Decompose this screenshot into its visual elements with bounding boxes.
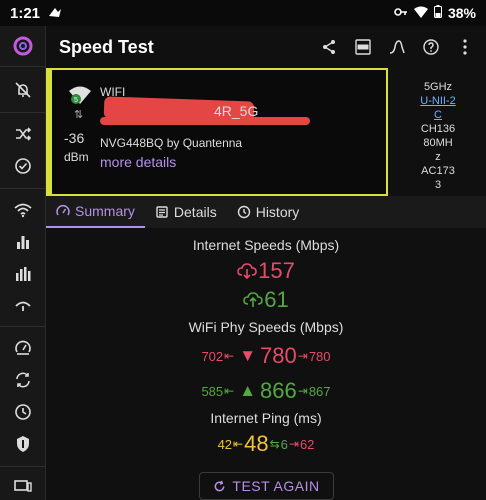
max-arrow-icon: ⇥	[297, 349, 308, 363]
tab-history-label: History	[255, 204, 300, 220]
ping-row: 42 ⇤ 48 ⇆ 6 ⇥ 62	[46, 431, 486, 457]
signal-unit: dBm	[64, 150, 89, 164]
speedometer-icon[interactable]	[9, 336, 37, 360]
ping-title: Internet Ping (ms)	[210, 410, 322, 426]
phy-down-min: 702	[201, 348, 224, 364]
access-point-name: NVG448BQ by Quantenna	[100, 136, 243, 150]
wifi-nav-icon[interactable]	[9, 198, 37, 222]
gauge-icon	[56, 205, 70, 216]
wifi-connection-card[interactable]: 5 ⇅ -36 dBm WIFI 4R_5G NVG448BQ by Quant…	[46, 68, 388, 196]
history-icon	[237, 205, 250, 219]
frequency: 5GHz	[423, 81, 453, 93]
devices-icon[interactable]	[9, 474, 37, 498]
key-icon	[394, 5, 408, 21]
tab-summary-label: Summary	[75, 203, 135, 219]
ping-max: 62	[299, 436, 315, 452]
upload-speed-row: 61	[46, 287, 486, 313]
phy-up-current: 866	[260, 378, 297, 403]
signal-strength: -36	[64, 130, 85, 146]
ping-jitter: 6	[280, 436, 288, 452]
battery-icon	[433, 5, 442, 21]
wifi-standard-cont: 3	[434, 179, 442, 191]
band-info: 5GHz U-NII-2 C CH136 80MH z AC173 3	[390, 80, 486, 192]
band-name-link-cont[interactable]: C	[390, 108, 486, 122]
signal-icon[interactable]	[9, 294, 37, 318]
phy-upload-row: 585 ⇤ ▲ 866 ⇥ 867	[46, 378, 486, 404]
phy-up-min: 585	[201, 383, 224, 399]
app-logo-icon[interactable]	[9, 34, 37, 58]
sync-icon[interactable]	[9, 368, 37, 392]
history-nav-icon[interactable]	[9, 400, 37, 424]
refresh-icon	[215, 480, 225, 491]
internet-speeds-title: Internet Speeds (Mbps)	[192, 237, 340, 253]
triangle-up-icon: ▲	[239, 381, 257, 400]
more-details-link[interactable]: more details	[100, 154, 176, 170]
phy-speeds-title: WiFi Phy Speeds (Mbps)	[188, 319, 344, 335]
status-time: 1:21	[10, 4, 41, 22]
cloud-download-icon	[237, 263, 257, 279]
security-shield-icon[interactable]	[9, 432, 37, 456]
min-arrow-icon: ⇤	[224, 349, 235, 363]
test-again-label: TEST AGAIN	[232, 478, 320, 494]
channel: CH136	[420, 123, 456, 135]
band-name-link[interactable]: U-NII-2	[390, 94, 486, 108]
more-vert-icon	[463, 39, 467, 55]
shuffle-icon[interactable]	[9, 122, 37, 146]
phy-down-max: 780	[308, 348, 331, 364]
status-bar: 1:21 38%	[0, 0, 486, 26]
check-circle-icon[interactable]	[9, 154, 37, 178]
tab-bar: Summary Details History	[46, 196, 486, 228]
redaction-underline	[100, 117, 310, 125]
csv-icon	[355, 39, 371, 55]
no-alerts-icon[interactable]	[9, 78, 37, 102]
csv-export-button[interactable]	[352, 36, 374, 58]
phy-down-current: 780	[260, 343, 297, 368]
phy-up-max: 867	[308, 383, 331, 399]
wifi-standard: AC173	[421, 165, 455, 177]
test-again-button[interactable]: TEST AGAIN	[199, 472, 334, 500]
curve-icon	[389, 40, 405, 54]
download-speed-row: 157	[46, 258, 486, 284]
traffic-arrows-icon: ⇅	[74, 109, 84, 121]
wifi-signal-icon: 5	[69, 86, 91, 104]
ssid-suffix: 4R_5G	[214, 103, 259, 119]
battery-percent: 38%	[447, 5, 476, 21]
channel-graph-icon[interactable]	[9, 262, 37, 286]
max-arrow-icon: ⇥	[297, 384, 308, 398]
tab-summary[interactable]: Summary	[46, 196, 145, 228]
min-arrow-icon: ⇤	[224, 384, 235, 398]
page-title: Speed Test	[59, 36, 154, 57]
phy-download-row: 702 ⇤ ▼ 780 ⇥ 780	[46, 343, 486, 369]
ping-current: 48	[244, 431, 269, 456]
bar-chart-icon[interactable]	[9, 230, 37, 254]
triangle-down-icon: ▼	[239, 346, 257, 365]
max-arrow-icon: ⇥	[288, 437, 299, 451]
download-speed: 157	[258, 258, 295, 283]
tab-details-label: Details	[173, 204, 217, 220]
wifi-status-icon	[413, 5, 428, 21]
help-icon	[423, 39, 439, 55]
summary-panel: Internet Speeds (Mbps) 157 61 WiFi Phy S…	[46, 228, 486, 500]
app-header: Speed Test	[46, 26, 486, 68]
channel-width-cont: z	[435, 151, 441, 163]
svg-text:5: 5	[74, 97, 78, 104]
upload-speed: 61	[264, 287, 289, 312]
tab-details[interactable]: Details	[145, 196, 227, 228]
overflow-menu-button[interactable]	[454, 36, 476, 58]
jitter-arrows-icon: ⇆	[269, 437, 280, 451]
help-button[interactable]	[420, 36, 442, 58]
notification-icon	[48, 5, 62, 22]
cloud-upload-icon	[243, 292, 264, 307]
share-button[interactable]	[318, 36, 340, 58]
tab-history[interactable]: History	[227, 196, 310, 228]
channel-width: 80MH	[423, 137, 453, 149]
sidebar	[0, 26, 46, 500]
share-icon	[323, 40, 335, 54]
min-arrow-icon: ⇤	[233, 437, 244, 451]
ping-min: 42	[217, 436, 233, 452]
details-icon	[156, 206, 168, 218]
graph-button[interactable]	[386, 36, 408, 58]
